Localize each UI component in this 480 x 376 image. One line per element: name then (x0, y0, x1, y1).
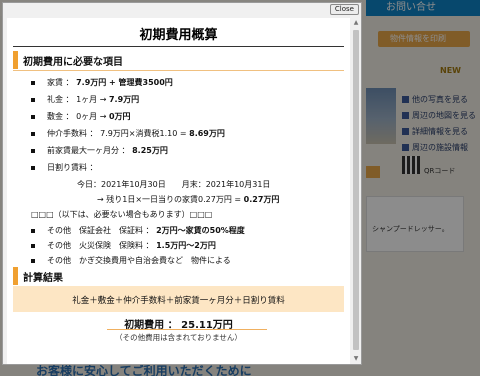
formula-box: 礼金＋敷金＋仲介手数料＋前家賃一ヶ月分＋日割り賃料 (13, 286, 344, 312)
other-fire-insurance: その他 火災保険 保険料 ： 1.5万円〜2万円 (47, 241, 216, 251)
prorate-dates: 今日：2021年10月30日 月末：2021年10月31日 (77, 180, 271, 189)
item-label: 礼金 ： 1ヶ月 → (47, 95, 109, 104)
close-button[interactable]: Close (329, 4, 359, 15)
prorate-formula: → 残り1日×一日当りの家賃0.27万円 = (97, 195, 244, 204)
bullet-icon (31, 132, 35, 136)
item-rent: 家賃 ： 7.9万円 + 管理費3500円 (47, 78, 173, 88)
modal-scrollbar[interactable]: ▲ ▼ (351, 18, 361, 364)
scroll-thumb[interactable] (353, 30, 359, 350)
prorate-value: 0.27万円 (243, 195, 280, 204)
item-label: 敷金 ： 0ヶ月 → (47, 112, 109, 121)
item-value: 7.9万円 + 管理費3500円 (76, 78, 173, 87)
exclusion-note: （その他費用は含まれておりません） (115, 333, 242, 342)
section-marker (13, 267, 18, 285)
bullet-icon (31, 98, 35, 102)
bullet-icon (31, 244, 35, 248)
initial-cost-modal: Close 初期費用概算 初期費用に必要な項目 家賃 ： 7.9万円 + 管理費… (2, 2, 362, 365)
formula-text: 礼金＋敷金＋仲介手数料＋前家賃一ヶ月分＋日割り賃料 (72, 296, 285, 306)
page-title: 初期費用概算 (139, 28, 218, 43)
item-label: 家賃 ： (47, 78, 77, 87)
item-deposit: 敷金 ： 0ヶ月 → 0万円 (47, 112, 131, 122)
section-marker (13, 51, 18, 69)
bullet-icon (31, 81, 35, 85)
item-prorated-rent: 日割り賃料 ： (47, 163, 98, 173)
section-heading: 計算結果 (23, 273, 63, 284)
scroll-up-icon[interactable]: ▲ (352, 19, 360, 27)
section-required-items: 初期費用に必要な項目 (13, 51, 344, 71)
item-label: 日割り賃料 ： (47, 163, 98, 172)
scroll-down-icon[interactable]: ▼ (352, 355, 360, 363)
section-divider (13, 70, 344, 71)
bullet-icon (31, 259, 35, 263)
item-brokerage-fee: 仲介手数料 ： 7.9万円×消費税1.10 = 8.69万円 (47, 129, 225, 139)
prorate-calculation: → 残り1日×一日当りの家賃0.27万円 = 0.27万円 (97, 195, 279, 205)
item-label: 仲介手数料 ： 7.9万円×消費税1.10 = (47, 129, 190, 138)
other-value: 1.5万円〜2万円 (156, 241, 216, 250)
section-result: 計算結果 (13, 267, 344, 287)
item-label: 前家賃最大一ヶ月分 ： (47, 146, 133, 155)
other-label: その他 かぎ交換費用や自治会費など 物件による (47, 256, 231, 265)
other-value: 2万円〜家賃の50%程度 (156, 226, 245, 235)
bullet-icon (31, 229, 35, 233)
bullet-icon (31, 149, 35, 153)
bullet-icon (31, 166, 35, 170)
other-misc-fees: その他 かぎ交換費用や自治会費など 物件による (47, 256, 231, 266)
other-guarantor: その他 保証会社 保証料 ： 2万円〜家賃の50%程度 (47, 226, 245, 236)
item-value: 8.69万円 (189, 129, 225, 138)
section-heading: 初期費用に必要な項目 (23, 57, 123, 68)
other-label: その他 保証会社 保証料 ： (47, 226, 157, 235)
total-underline (107, 329, 267, 330)
modal-content: 初期費用概算 初期費用に必要な項目 家賃 ： 7.9万円 + 管理費3500円 … (7, 18, 350, 364)
bullet-icon (31, 115, 35, 119)
item-value: 0万円 (108, 112, 131, 121)
item-key-money: 礼金 ： 1ヶ月 → 7.9万円 (47, 95, 139, 105)
optional-note: □□□（以下は、必要ない場合もあります）□□□ (31, 210, 213, 219)
item-value: 7.9万円 (108, 95, 140, 104)
title-divider (13, 46, 344, 47)
item-value: 8.25万円 (132, 146, 168, 155)
item-advance-rent: 前家賃最大一ヶ月分 ： 8.25万円 (47, 146, 168, 156)
other-label: その他 火災保険 保険料 ： (47, 241, 157, 250)
